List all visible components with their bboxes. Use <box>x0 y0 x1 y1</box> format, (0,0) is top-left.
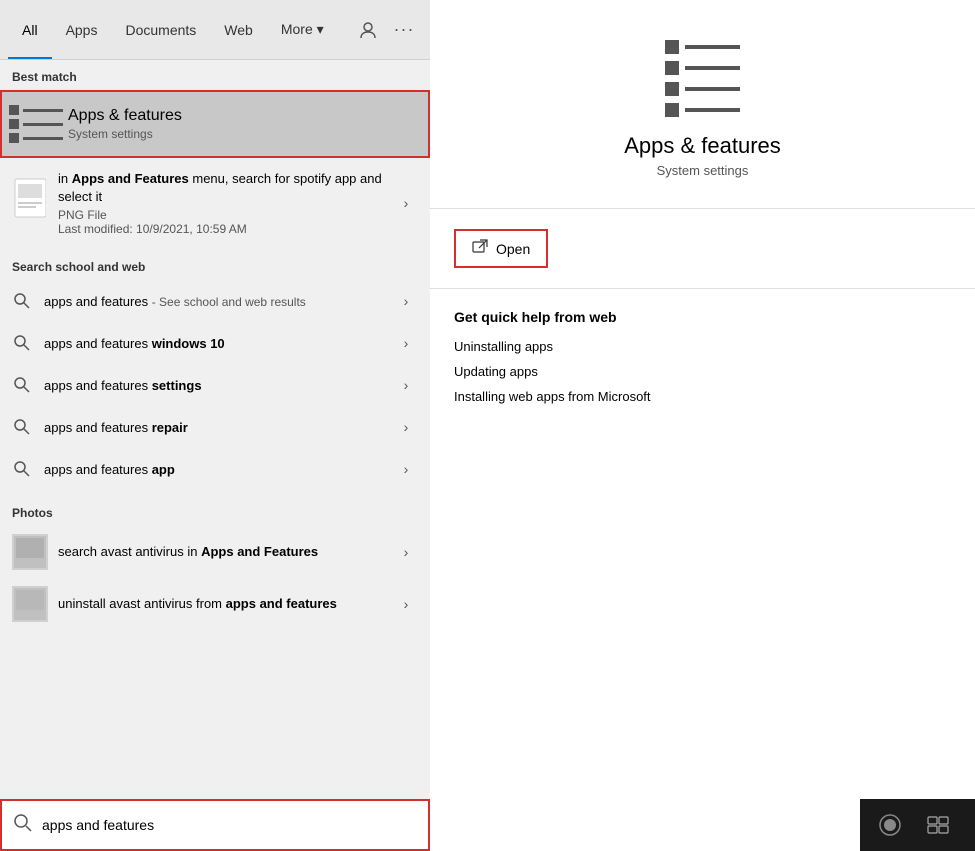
photo-thumb-0 <box>12 534 48 570</box>
web-search-item-1[interactable]: apps and features windows 10 › <box>0 322 430 364</box>
search-icon-4 <box>12 459 32 479</box>
tab-apps[interactable]: Apps <box>52 0 112 59</box>
web-section: Search school and web apps and features … <box>0 250 430 490</box>
tab-all[interactable]: All <box>8 0 52 59</box>
tabs-row: All Apps Documents Web More ▾ ··· <box>0 0 430 60</box>
photo-result-0[interactable]: search avast antivirus in Apps and Featu… <box>0 526 430 578</box>
account-icon <box>358 20 378 40</box>
search-icon-3 <box>12 417 32 437</box>
photo-result-1[interactable]: uninstall avast antivirus from apps and … <box>0 578 430 630</box>
tab-documents[interactable]: Documents <box>111 0 210 59</box>
account-icon-btn[interactable] <box>350 12 386 48</box>
quick-help-title: Get quick help from web <box>454 309 951 325</box>
best-match-label: Best match <box>0 60 430 90</box>
more-options-btn[interactable]: ··· <box>386 12 422 48</box>
best-match-subtitle: System settings <box>68 127 182 141</box>
search-icon-1 <box>12 333 32 353</box>
right-panel: Apps & features System settings Open Get… <box>430 0 975 851</box>
quick-help-area: Get quick help from web Uninstalling app… <box>430 289 975 434</box>
task-view-btn[interactable] <box>916 803 960 847</box>
cortana-btn[interactable] <box>868 803 912 847</box>
app-big-subtitle: System settings <box>657 163 749 178</box>
tab-web[interactable]: Web <box>210 0 267 59</box>
web-search-item-2[interactable]: apps and features settings › <box>0 364 430 406</box>
photo-thumb-1 <box>12 586 48 622</box>
results-area: Best match Apps & features System <box>0 60 430 799</box>
file-explorer-btn[interactable] <box>964 803 975 847</box>
photo-result-arrow-0[interactable]: › <box>394 540 418 564</box>
file-result-type: PNG File <box>58 208 394 222</box>
open-button[interactable]: Open <box>454 229 548 268</box>
search-panel: All Apps Documents Web More ▾ ··· Best <box>0 0 430 851</box>
web-section-label: Search school and web <box>0 250 430 280</box>
photos-section-label: Photos <box>0 496 430 526</box>
search-bar <box>0 799 430 851</box>
apps-features-icon <box>16 104 56 144</box>
web-search-arrow-3[interactable]: › <box>394 415 418 439</box>
taskbar: ⌨ <box>860 799 975 851</box>
search-icon-2 <box>12 375 32 395</box>
photos-section: Photos search avast antivirus in Apps an… <box>0 496 430 630</box>
web-search-arrow-2[interactable]: › <box>394 373 418 397</box>
best-match-item[interactable]: Apps & features System settings <box>0 90 430 158</box>
file-result-item[interactable]: in Apps and Features menu, search for sp… <box>0 162 430 244</box>
search-icon-0 <box>12 291 32 311</box>
open-icon <box>472 239 488 258</box>
app-big-title: Apps & features <box>624 133 781 159</box>
web-search-arrow-1[interactable]: › <box>394 331 418 355</box>
open-btn-area: Open <box>430 209 975 289</box>
file-result-arrow[interactable]: › <box>394 191 418 215</box>
tab-more[interactable]: More ▾ <box>267 0 338 59</box>
web-search-arrow-4[interactable]: › <box>394 457 418 481</box>
quick-help-link-2[interactable]: Installing web apps from Microsoft <box>454 389 951 404</box>
file-result-date: Last modified: 10/9/2021, 10:59 AM <box>58 222 394 236</box>
quick-help-link-0[interactable]: Uninstalling apps <box>454 339 951 354</box>
app-info-area: Apps & features System settings <box>430 0 975 209</box>
best-match-title: Apps & features <box>68 107 182 125</box>
web-search-item-4[interactable]: apps and features app › <box>0 448 430 490</box>
web-search-arrow-0[interactable]: › <box>394 289 418 313</box>
search-bar-icon <box>14 814 32 837</box>
web-search-item-0[interactable]: apps and features - See school and web r… <box>0 280 430 322</box>
file-result-title: in Apps and Features menu, search for sp… <box>58 170 394 206</box>
quick-help-link-1[interactable]: Updating apps <box>454 364 951 379</box>
file-thumbnail <box>12 170 48 225</box>
photo-result-arrow-1[interactable]: › <box>394 592 418 616</box>
web-search-item-3[interactable]: apps and features repair › <box>0 406 430 448</box>
search-input[interactable] <box>42 817 416 833</box>
app-big-icon <box>665 40 740 117</box>
